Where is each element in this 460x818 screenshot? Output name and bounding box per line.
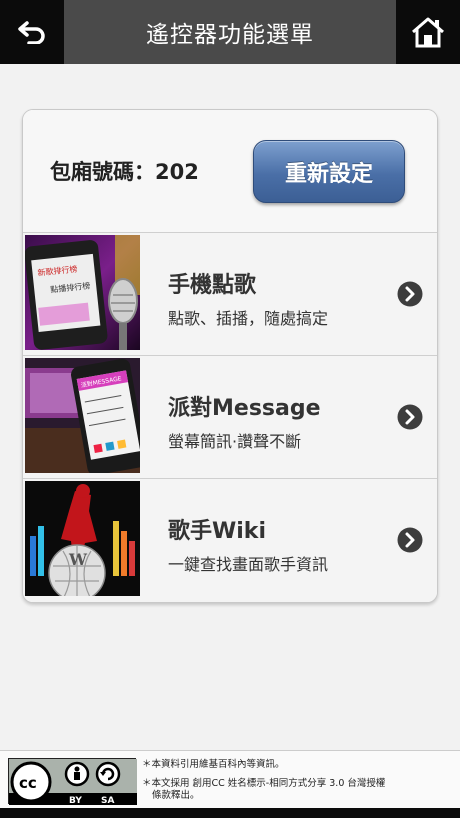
menu-item-song-request[interactable]: 新歌排行榜 點播排行榜 手機點歌 點歌、插播，隨處搞定 bbox=[23, 233, 437, 356]
singer-wiki-subtitle: 一鍵查找畫面歌手資訊 bbox=[168, 555, 329, 574]
party-message-subtitle: 螢幕簡訊·讚聲不斷 bbox=[168, 432, 302, 451]
song-request-title: 手機點歌 bbox=[168, 273, 257, 298]
bottom-strip bbox=[0, 808, 460, 818]
singer-wiki-title: 歌手Wiki bbox=[168, 519, 266, 544]
menu-item-party-message[interactable]: 派對MESSAGE 派對Message 螢幕簡訊·讚聲不斷 bbox=[23, 356, 437, 479]
reset-button-label: 重新設定 bbox=[284, 161, 373, 187]
by-text: BY bbox=[69, 796, 82, 805]
chevron-right-icon bbox=[397, 281, 423, 307]
home-icon bbox=[412, 17, 444, 48]
top-bar: 遙控器功能選單 bbox=[0, 0, 460, 64]
cc-license-badge[interactable]: cc BY SA bbox=[8, 758, 137, 806]
back-arrow-icon bbox=[18, 21, 45, 44]
party-message-thumbnail: 派對MESSAGE bbox=[25, 358, 140, 473]
chevron-right-icon bbox=[397, 527, 423, 553]
menu-item-singer-wiki[interactable]: W 歌手Wiki 一鍵查找畫面歌手資訊 bbox=[23, 479, 437, 602]
song-request-subtitle: 點歌、插播，隨處搞定 bbox=[168, 309, 329, 328]
footer-note-2: ＊本文採用 創用CC 姓名標示-相同方式分享 3.0 台灣授權 bbox=[142, 778, 386, 789]
home-button[interactable] bbox=[396, 0, 460, 64]
page-title: 遙控器功能選單 bbox=[146, 22, 314, 48]
chevron-right-icon bbox=[397, 404, 423, 430]
cc-text: cc bbox=[19, 774, 37, 792]
footer-note-3: 條款釋出。 bbox=[152, 790, 200, 801]
singer-wiki-thumbnail: W bbox=[25, 481, 140, 596]
song-request-thumbnail: 新歌排行榜 點播排行榜 bbox=[25, 235, 140, 350]
sa-text: SA bbox=[101, 796, 114, 805]
footer-note-1: ＊本資料引用維基百科內等資訊。 bbox=[142, 759, 285, 770]
party-message-title: 派對Message bbox=[168, 396, 321, 421]
reset-button[interactable]: 重新設定 bbox=[253, 140, 405, 203]
room-number-label: 包廂號碼：202 bbox=[50, 160, 199, 184]
room-row: 包廂號碼：202 重新設定 bbox=[23, 110, 437, 233]
menu-card: 包廂號碼：202 重新設定 新歌排行榜 點播排行榜 手機點歌 點歌、插播，隨處搞… bbox=[22, 109, 438, 603]
title-bar: 遙控器功能選單 bbox=[64, 0, 396, 64]
thumb-wiki-letter: W bbox=[68, 550, 88, 569]
back-button[interactable] bbox=[0, 0, 64, 64]
